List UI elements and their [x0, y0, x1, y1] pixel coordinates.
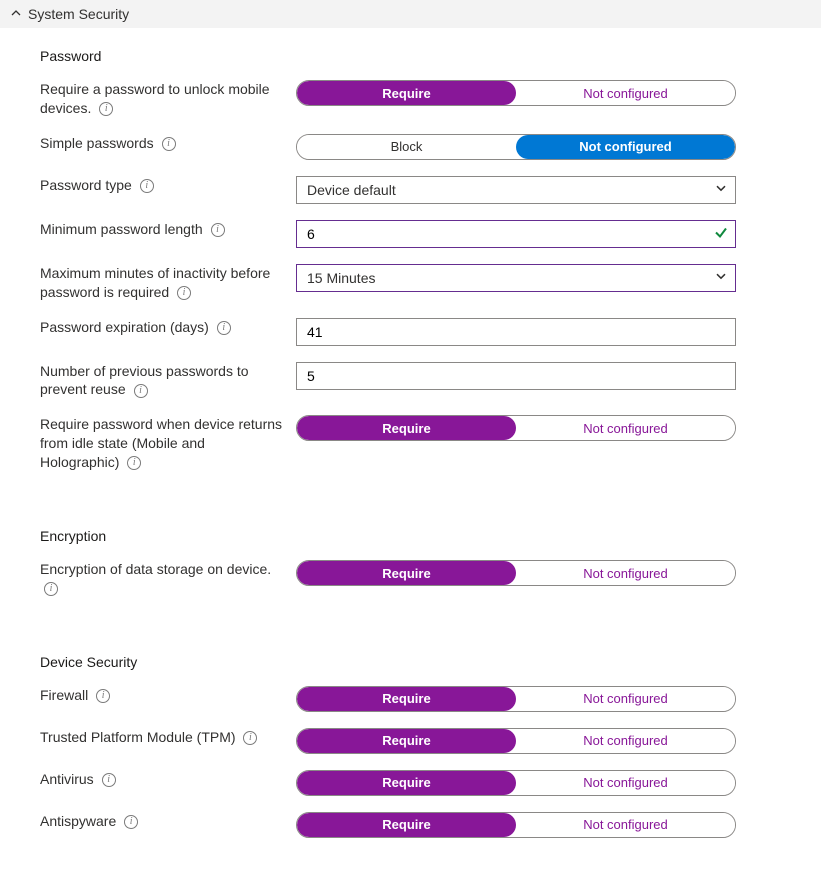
check-icon — [714, 225, 728, 242]
toggle-option-block[interactable]: Block — [297, 135, 516, 159]
select-max-inactive-value: 15 Minutes — [307, 270, 375, 286]
toggle-option-require[interactable]: Require — [297, 416, 516, 440]
toggle-option-not-configured[interactable]: Not configured — [516, 729, 735, 753]
toggle-option-require[interactable]: Require — [297, 729, 516, 753]
label-tpm: Trusted Platform Module (TPM) — [40, 729, 236, 745]
chevron-down-icon — [715, 269, 727, 285]
toggle-option-not-configured[interactable]: Not configured — [516, 561, 735, 585]
section-header[interactable]: System Security — [0, 0, 821, 28]
input-prev-passwords[interactable] — [296, 362, 736, 390]
toggle-option-not-configured[interactable]: Not configured — [516, 771, 735, 795]
toggle-firewall[interactable]: Require Not configured — [296, 686, 736, 712]
label-antispyware: Antispyware — [40, 813, 116, 829]
toggle-option-require[interactable]: Require — [297, 771, 516, 795]
toggle-option-not-configured[interactable]: Not configured — [516, 813, 735, 837]
label-password-type: Password type — [40, 177, 132, 193]
toggle-option-not-configured[interactable]: Not configured — [516, 81, 735, 105]
info-icon[interactable]: i — [134, 384, 148, 398]
label-idle-return: Require password when device returns fro… — [40, 416, 282, 470]
info-icon[interactable]: i — [140, 179, 154, 193]
label-expiration: Password expiration (days) — [40, 319, 209, 335]
info-icon[interactable]: i — [177, 286, 191, 300]
info-icon[interactable]: i — [124, 815, 138, 829]
section-title: System Security — [28, 6, 129, 22]
label-max-inactive: Maximum minutes of inactivity before pas… — [40, 265, 270, 300]
input-expiration[interactable] — [296, 318, 736, 346]
group-title-device: Device Security — [40, 654, 821, 670]
toggle-tpm[interactable]: Require Not configured — [296, 728, 736, 754]
toggle-antispyware[interactable]: Require Not configured — [296, 812, 736, 838]
toggle-option-not-configured[interactable]: Not configured — [516, 135, 735, 159]
toggle-require-password[interactable]: Require Not configured — [296, 80, 736, 106]
toggle-option-require[interactable]: Require — [297, 687, 516, 711]
toggle-option-require[interactable]: Require — [297, 813, 516, 837]
label-min-length: Minimum password length — [40, 221, 203, 237]
toggle-idle-return[interactable]: Require Not configured — [296, 415, 736, 441]
toggle-encryption-storage[interactable]: Require Not configured — [296, 560, 736, 586]
info-icon[interactable]: i — [211, 223, 225, 237]
info-icon[interactable]: i — [217, 321, 231, 335]
label-antivirus: Antivirus — [40, 771, 94, 787]
toggle-option-not-configured[interactable]: Not configured — [516, 416, 735, 440]
info-icon[interactable]: i — [44, 582, 58, 596]
info-icon[interactable]: i — [96, 689, 110, 703]
toggle-option-require[interactable]: Require — [297, 561, 516, 585]
label-firewall: Firewall — [40, 687, 88, 703]
toggle-simple-passwords[interactable]: Block Not configured — [296, 134, 736, 160]
label-require-password: Require a password to unlock mobile devi… — [40, 81, 270, 116]
select-password-type[interactable]: Device default — [296, 176, 736, 204]
select-max-inactive[interactable]: 15 Minutes — [296, 264, 736, 292]
group-title-password: Password — [40, 48, 821, 64]
info-icon[interactable]: i — [99, 102, 113, 116]
input-min-length[interactable] — [296, 220, 736, 248]
select-password-type-value: Device default — [307, 182, 396, 198]
info-icon[interactable]: i — [162, 137, 176, 151]
chevron-down-icon — [715, 181, 727, 197]
info-icon[interactable]: i — [243, 731, 257, 745]
chevron-up-icon — [10, 6, 22, 22]
label-encryption-storage: Encryption of data storage on device. — [40, 561, 271, 577]
info-icon[interactable]: i — [127, 456, 141, 470]
toggle-option-not-configured[interactable]: Not configured — [516, 687, 735, 711]
toggle-option-require[interactable]: Require — [297, 81, 516, 105]
label-simple-passwords: Simple passwords — [40, 135, 154, 151]
group-title-encryption: Encryption — [40, 528, 821, 544]
toggle-antivirus[interactable]: Require Not configured — [296, 770, 736, 796]
